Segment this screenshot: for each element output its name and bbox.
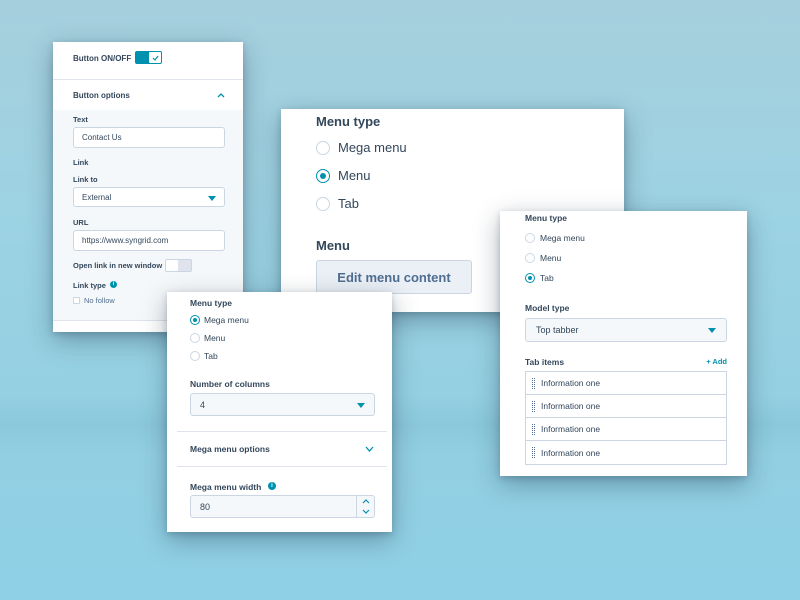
list-item[interactable]: Information one (526, 372, 726, 395)
radio-circle (316, 140, 330, 155)
mega-options-header[interactable]: Mega menu options (167, 432, 392, 466)
radio-circle-selected (316, 168, 330, 183)
check-icon (152, 55, 158, 61)
link-label: Link (73, 158, 89, 167)
tab-items-list: Information one Information one Informat… (525, 371, 727, 465)
radio-tab[interactable]: Tab (190, 351, 218, 361)
radio-tab[interactable]: Tab (525, 273, 554, 283)
drag-handle-icon[interactable] (532, 377, 535, 389)
radio-circle (190, 351, 200, 361)
caret-down-icon (357, 403, 365, 408)
no-follow-label: No follow (84, 296, 115, 305)
radio-label: Tab (540, 273, 554, 283)
columns-label: Number of columns (190, 379, 270, 389)
drag-handle-icon[interactable] (532, 423, 535, 435)
caret-down-icon (208, 196, 216, 201)
edit-menu-content-button[interactable]: Edit menu content (316, 260, 472, 294)
list-item-label: Information one (541, 447, 601, 458)
no-follow-checkbox[interactable] (73, 297, 80, 304)
radio-circle (316, 196, 330, 211)
button-onoff-toggle[interactable] (135, 51, 162, 64)
stepper-up-icon[interactable] (362, 499, 370, 504)
text-input-value: Contact Us (82, 133, 122, 142)
radio-mega-menu[interactable]: Mega menu (190, 315, 249, 325)
button-options-label: Button options (73, 91, 130, 100)
info-icon[interactable]: i (110, 281, 117, 288)
drag-handle-icon[interactable] (532, 400, 535, 412)
radio-label: Menu (204, 333, 226, 343)
model-type-select[interactable]: Top tabber (525, 318, 727, 342)
text-input[interactable]: Contact Us (73, 127, 225, 148)
radio-circle-selected (525, 273, 535, 283)
menu-type-label: Menu type (525, 213, 568, 223)
link-to-label: Link to (73, 175, 98, 184)
edit-menu-content-label: Edit menu content (337, 269, 451, 285)
radio-label: Mega menu (204, 315, 249, 325)
tab-settings-panel: Menu type Mega menu Menu Tab Model type … (500, 211, 747, 476)
url-input-value: https://www.syngrid.com (82, 236, 169, 245)
tab-items-label: Tab items (525, 357, 565, 367)
number-stepper (356, 496, 374, 517)
radio-circle (525, 233, 535, 243)
link-to-value: External (82, 192, 112, 202)
list-item[interactable]: Information one (526, 395, 726, 418)
caret-down-icon (708, 328, 716, 333)
link-to-select[interactable]: External (73, 187, 225, 207)
list-item[interactable]: Information one (526, 441, 726, 464)
url-label: URL (73, 218, 89, 227)
open-new-window-toggle[interactable] (165, 259, 192, 272)
list-item-label: Information one (541, 378, 601, 388)
drag-handle-icon[interactable] (532, 447, 535, 458)
menu-type-label: Menu type (190, 298, 233, 308)
radio-label: Mega menu (338, 140, 407, 155)
toggle-knob (149, 52, 161, 63)
radio-label: Menu (540, 253, 562, 263)
list-item-label: Information one (541, 424, 601, 434)
mega-width-label: Mega menu width (190, 482, 262, 492)
button-options-body: Text Contact Us Link Link to External UR… (53, 110, 243, 320)
radio-circle-selected (190, 315, 200, 325)
radio-label: Tab (204, 351, 218, 361)
button-settings-panel: Button ON/OFF Button options Text Contac… (53, 42, 243, 332)
radio-label: Mega menu (540, 233, 585, 243)
radio-label: Tab (338, 196, 359, 211)
info-icon[interactable]: i (268, 482, 276, 490)
columns-value: 4 (200, 399, 206, 410)
model-type-value: Top tabber (536, 325, 579, 335)
radio-menu[interactable]: Menu (525, 253, 561, 263)
button-options-header[interactable]: Button options (53, 80, 243, 110)
mega-width-value: 80 (200, 501, 211, 512)
list-item[interactable]: Information one (526, 418, 726, 441)
radio-circle (190, 333, 200, 343)
radio-circle (525, 253, 535, 263)
stepper-down-icon[interactable] (362, 509, 370, 514)
menu-type-label: Menu type (316, 114, 381, 129)
columns-select[interactable]: 4 (190, 393, 375, 416)
mega-menu-panel: Menu type Mega menu Menu Tab Number of c… (167, 292, 392, 532)
link-type-label: Link type (73, 281, 106, 290)
divider (177, 466, 387, 467)
url-input[interactable]: https://www.syngrid.com (73, 230, 225, 251)
chevron-up-icon (217, 93, 225, 98)
button-onoff-label: Button ON/OFF (73, 54, 132, 63)
toggle-knob (166, 260, 178, 271)
model-type-label: Model type (525, 303, 570, 313)
add-tab-item-link[interactable]: + Add (706, 357, 727, 366)
mega-options-label: Mega menu options (190, 444, 270, 454)
open-new-window-label: Open link in new window (73, 261, 163, 270)
mega-width-input[interactable]: 80 (190, 495, 375, 518)
menu-label: Menu (316, 238, 350, 253)
chevron-down-icon (365, 446, 374, 452)
radio-menu[interactable]: Menu (190, 333, 225, 343)
radio-label: Menu (338, 168, 371, 183)
radio-mega-menu[interactable]: Mega menu (525, 233, 585, 243)
radio-menu[interactable]: Menu (316, 168, 371, 183)
radio-mega-menu[interactable]: Mega menu (316, 140, 407, 155)
text-label: Text (73, 115, 88, 124)
radio-tab[interactable]: Tab (316, 196, 359, 211)
list-item-label: Information one (541, 401, 601, 411)
